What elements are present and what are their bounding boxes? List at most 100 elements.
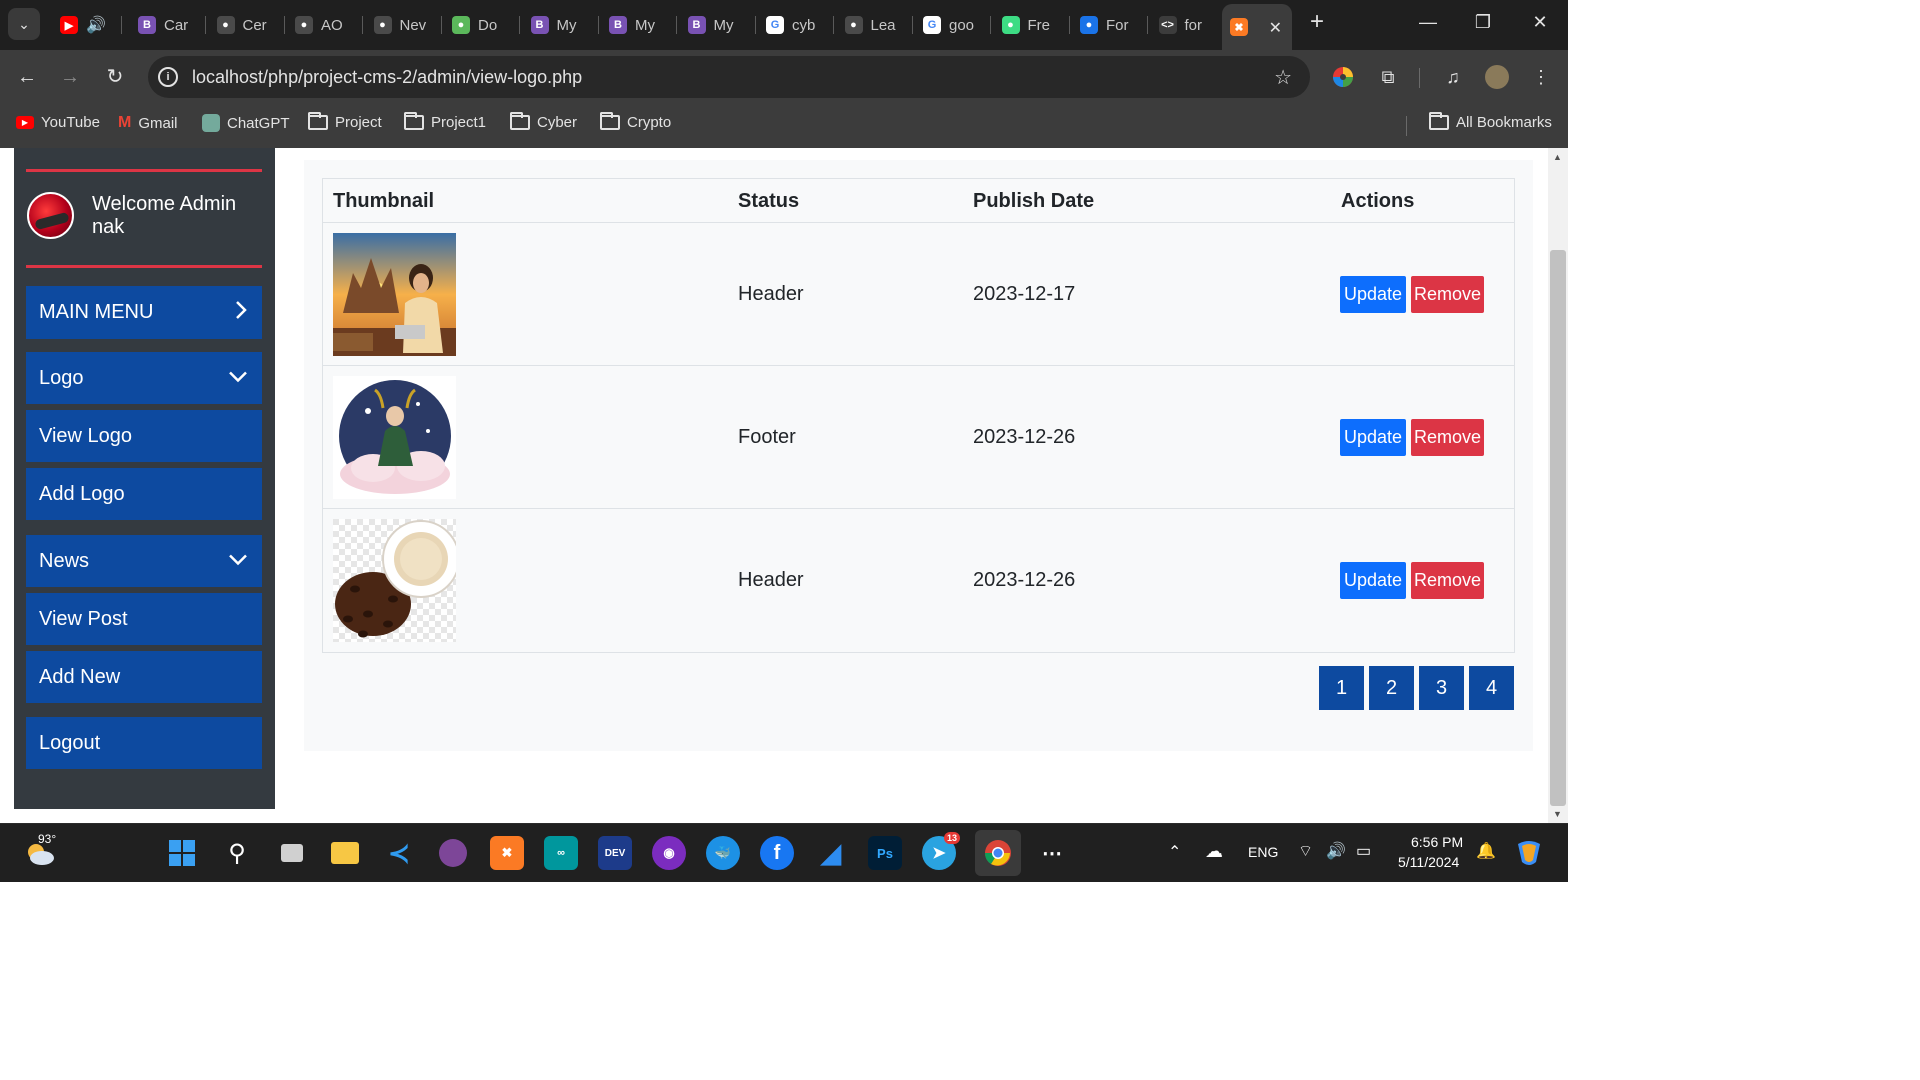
task-view-icon[interactable] <box>275 836 309 870</box>
reload-icon[interactable]: ↻ <box>102 64 128 90</box>
browser-tab[interactable]: B My <box>680 6 756 44</box>
bookmark-folder-project[interactable]: Project <box>308 112 382 131</box>
tor-browser-icon[interactable] <box>436 836 470 870</box>
browser-tab[interactable]: ● Lea <box>837 6 913 44</box>
restore-icon[interactable]: ❐ <box>1471 12 1495 33</box>
bookmark-folder-project1[interactable]: Project1 <box>404 112 486 131</box>
bookmark-chatgpt[interactable]: ChatGPT <box>202 114 290 132</box>
extensions-puzzle-icon[interactable]: ⧉ <box>1375 64 1401 90</box>
update-button[interactable]: Update <box>1340 562 1406 599</box>
close-tab-icon[interactable]: ✕ <box>1269 18 1282 38</box>
browser-tab[interactable]: ● Nev <box>366 6 442 44</box>
windows-start-icon[interactable] <box>165 836 199 870</box>
google-icon: G <box>766 16 784 34</box>
tab-strip: ⌄ ▶ 🔊 B Car ● Cer ● AO ● Nev ● Do B My B My B My Gcyb ● Le… <box>0 0 1568 50</box>
xampp-icon[interactable]: ✖ <box>490 836 524 870</box>
page-scrollbar[interactable]: ▲ ▼ <box>1548 148 1568 823</box>
flag-icon: ● <box>1080 16 1098 34</box>
update-button[interactable]: Update <box>1340 419 1406 456</box>
chatgpt-icon: ● <box>373 16 392 34</box>
wifi-icon[interactable]: ⌔ <box>1298 841 1313 861</box>
vscode-icon[interactable]: ≺ <box>382 836 416 870</box>
file-explorer-icon[interactable] <box>328 836 362 870</box>
weather-widget[interactable]: 93° <box>22 832 58 870</box>
bookmark-youtube[interactable]: ▶ YouTube <box>16 114 100 131</box>
clock-time[interactable]: 6:56 PM <box>1411 834 1463 850</box>
sidebar-item-add-new[interactable]: Add New <box>26 651 262 703</box>
bookmark-gmail[interactable]: M Gmail <box>118 114 178 132</box>
page-button[interactable]: 4 <box>1469 666 1514 710</box>
remove-button[interactable]: Remove <box>1411 562 1484 599</box>
more-apps-icon[interactable]: ⋯ <box>1035 836 1069 870</box>
sidebar-item-view-post[interactable]: View Post <box>26 593 262 645</box>
forward-icon[interactable]: → <box>57 64 83 90</box>
back-icon[interactable]: ← <box>14 64 40 90</box>
browser-tab[interactable]: ● Fre <box>994 6 1070 44</box>
bookmark-folder-cyber[interactable]: Cyber <box>510 112 577 131</box>
tab-label: for <box>1184 16 1203 34</box>
arduino-icon[interactable]: ∞ <box>544 836 578 870</box>
url-text[interactable]: localhost/php/project-cms-2/admin/view-l… <box>192 67 582 88</box>
browser-tab[interactable]: B My <box>523 6 599 44</box>
all-bookmarks[interactable]: All Bookmarks <box>1429 112 1552 131</box>
browser-tab[interactable]: B Car <box>130 6 206 44</box>
tab-search-button[interactable]: ⌄ <box>8 8 40 40</box>
copilot-icon[interactable] <box>1512 836 1546 870</box>
page-button[interactable]: 1 <box>1319 666 1364 710</box>
page-button[interactable]: 3 <box>1419 666 1464 710</box>
tab-youtube[interactable]: ▶ 🔊 <box>52 6 122 44</box>
volume-icon[interactable]: 🔊 <box>1326 841 1346 861</box>
page-button[interactable]: 2 <box>1369 666 1414 710</box>
chevron-down-icon: ⌄ <box>18 15 30 32</box>
new-tab-icon[interactable]: + <box>1305 8 1329 36</box>
color-wheel-extension-icon[interactable] <box>1330 64 1356 90</box>
mask-app-icon[interactable]: ◉ <box>652 836 686 870</box>
browser-tab[interactable]: ● Do <box>444 6 520 44</box>
devcpp-icon[interactable]: DEV <box>598 836 632 870</box>
clock-date[interactable]: 5/11/2024 <box>1398 854 1459 870</box>
browser-tab[interactable]: ● For <box>1072 6 1148 44</box>
update-button[interactable]: Update <box>1340 276 1406 313</box>
more-menu-icon[interactable]: ⋮ <box>1528 64 1554 90</box>
browser-tab[interactable]: Ggoo <box>915 6 991 44</box>
main-menu-button[interactable]: MAIN MENU <box>26 286 262 339</box>
logout-button[interactable]: Logout <box>26 717 262 769</box>
wireshark-icon[interactable]: ◢ <box>814 836 848 870</box>
table-row: Footer 2023-12-26 Update Remove <box>323 366 1514 509</box>
site-info-icon[interactable]: i <box>158 67 178 87</box>
scrollbar-thumb[interactable] <box>1550 250 1566 806</box>
close-window-icon[interactable]: ✕ <box>1528 12 1552 33</box>
photoshop-icon[interactable]: Ps <box>868 836 902 870</box>
logo-group-toggle[interactable]: Logo <box>26 352 262 404</box>
browser-tab[interactable]: ● AO <box>287 6 363 44</box>
browser-tab[interactable]: Gcyb <box>758 6 834 44</box>
tray-chevron-up-icon[interactable]: ⌃ <box>1168 842 1181 862</box>
browser-tab[interactable]: <> for <box>1151 6 1227 44</box>
remove-button[interactable]: Remove <box>1411 276 1484 313</box>
facebook-icon[interactable]: f <box>760 836 794 870</box>
scroll-up-icon[interactable]: ▲ <box>1553 152 1562 162</box>
profile-avatar-icon[interactable] <box>1484 64 1510 90</box>
minimize-icon[interactable]: — <box>1416 12 1440 33</box>
battery-icon[interactable]: ▭ <box>1356 841 1371 861</box>
remove-button[interactable]: Remove <box>1411 419 1484 456</box>
notification-bell-icon[interactable]: 🔔 <box>1476 841 1496 861</box>
chrome-icon[interactable] <box>975 830 1021 876</box>
onedrive-cloud-icon[interactable]: ☁ <box>1205 841 1223 862</box>
docker-icon[interactable]: 🐳 <box>706 836 740 870</box>
search-icon[interactable]: ⚲ <box>220 836 254 870</box>
browser-tab[interactable]: B My <box>601 6 677 44</box>
news-group-toggle[interactable]: News <box>26 535 262 587</box>
media-control-icon[interactable]: ♫ <box>1440 64 1466 90</box>
address-bar[interactable]: i localhost/php/project-cms-2/admin/view… <box>148 56 1310 98</box>
bookmark-star-icon[interactable]: ☆ <box>1274 65 1292 90</box>
table-row: Header 2023-12-17 Update Remove <box>323 223 1514 366</box>
sidebar-item-view-logo[interactable]: View Logo <box>26 410 262 462</box>
scroll-down-icon[interactable]: ▼ <box>1553 809 1562 819</box>
tab-active-xampp[interactable]: ✖ ✕ <box>1222 4 1292 50</box>
sidebar-item-add-logo[interactable]: Add Logo <box>26 468 262 520</box>
telegram-icon[interactable]: ➤ 13 <box>922 832 960 870</box>
bookmark-folder-crypto[interactable]: Crypto <box>600 112 671 131</box>
browser-tab[interactable]: ● Cer <box>209 6 285 44</box>
language-indicator[interactable]: ENG <box>1248 844 1278 860</box>
